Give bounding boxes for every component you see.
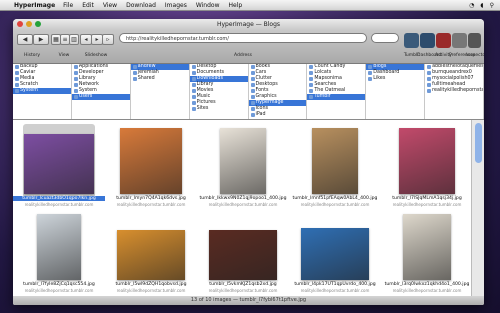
column-item[interactable]: iPad xyxy=(249,112,307,118)
thumbnail-item[interactable]: tumblr_l7fyle8ZjCq1qsc554.jpg realitykill… xyxy=(13,210,105,294)
thumbnail-image[interactable] xyxy=(120,128,182,194)
thumbnail-source: realitykilledhepornstar.tumblr.com xyxy=(24,288,94,293)
history-label: History xyxy=(23,53,40,58)
dashboard-icon[interactable] xyxy=(420,33,435,48)
thumbnail-item[interactable]: tumblr_l7lSJqMLmA1qsj34j.jpg realitykille… xyxy=(381,124,473,208)
thumbnail-source: realitykilledhepornstar.tumblr.com xyxy=(208,288,278,293)
wifi-icon[interactable]: ◔ xyxy=(469,2,474,9)
inspector-label: Inspector xyxy=(466,53,484,58)
browser-column: abbiesthelotaquefiles burnqueandrex0 mysoc… xyxy=(425,64,484,119)
thumbnail-source: realitykilledhepornstar.tumblr.com xyxy=(116,288,186,293)
slideshow-label: Slideshow xyxy=(84,53,108,58)
column-item[interactable]: Tumblr xyxy=(307,94,366,100)
thumbnail-filename: tumblr_lmnf51pfEAqw0AbL4_400.jpg xyxy=(292,196,378,201)
thumbnail-item[interactable]: tumblr_lcuazt3dbO1qpo7lkn.jpg realitykill… xyxy=(13,124,105,208)
slideshow-next-button[interactable]: ▹ xyxy=(102,34,114,45)
activity-icon[interactable] xyxy=(436,33,451,48)
thumbnail-filename: tumblr_l4pk17UT1qpUvrdo_400.jpg xyxy=(294,282,376,287)
view-label: View xyxy=(58,53,70,58)
menu-file[interactable]: File xyxy=(63,2,73,9)
thumbnail-image[interactable] xyxy=(220,128,266,194)
column-item[interactable]: Users xyxy=(71,94,130,100)
thumbnail-filename: tumblr_l7fyle8ZjCq1qsc554.jpg xyxy=(23,282,95,287)
thumbnail-filename: tumblr_l3rq0lwkxz1qkhd4o1_400.jpg xyxy=(384,282,470,287)
menu-bar: HyperImage File Edit View Download Image… xyxy=(0,0,500,11)
menu-view[interactable]: View xyxy=(103,2,117,9)
menu-help[interactable]: Help xyxy=(229,2,243,9)
column-browser: Backup Caviar Media Scratch System Applicatio… xyxy=(13,64,484,120)
thumbnail-source: realitykilledhepornstar.tumblr.com xyxy=(392,202,462,207)
menu-download[interactable]: Download xyxy=(126,2,156,9)
title-bar: HyperImage — Blogs xyxy=(13,19,484,30)
column-item[interactable]: Shared xyxy=(131,76,189,82)
minimize-window-button[interactable] xyxy=(26,21,32,27)
browser-column: Backup Caviar Media Scratch System xyxy=(13,64,72,119)
menu-images[interactable]: Images xyxy=(165,2,187,9)
inspector-icon[interactable] xyxy=(468,33,481,48)
toolbar: ◀ ▶ ▦ ≡ ▥ ◂ ▸ ▹ History View Slideshow h… xyxy=(13,30,484,64)
thumbnail-source: realitykilledhepornstar.tumblr.com xyxy=(392,288,462,293)
thumbnail-filename: tumblr_lcuazt3dbO1qpo7lkn.jpg xyxy=(13,196,105,201)
thumbnail-filename: tumblr_lkkwx9N0Z1qj9opoo1_400.jpg xyxy=(199,196,287,201)
search-field[interactable] xyxy=(371,33,399,43)
thumbnail-item[interactable]: tumblr_l5wl9dZQH1qobvsd.jpg realitykilled… xyxy=(105,210,197,294)
thumbnail-source: realitykilledhepornstar.tumblr.com xyxy=(24,202,94,207)
thumbnail-filename: tumblr_lmyn7Q4A1qk6dvs.jpg xyxy=(116,196,186,201)
thumbnail-filename: tumblr_l5vkmKJZ1qsb2xd.jpg xyxy=(209,282,277,287)
app-menu[interactable]: HyperImage xyxy=(14,2,55,9)
menu-window[interactable]: Window xyxy=(196,2,220,9)
browser-column: Applications Developer Library Network Syste… xyxy=(71,64,131,119)
forward-button[interactable]: ▶ xyxy=(33,34,49,45)
column-item[interactable]: System xyxy=(13,88,71,94)
column-item[interactable]: Sites xyxy=(190,106,248,112)
thumbnail-source: realitykilledhepornstar.tumblr.com xyxy=(116,202,186,207)
thumbnail-source: realitykilledhepornstar.tumblr.com xyxy=(300,202,370,207)
thumbnail-filename: tumblr_l7lSJqMLmA1qsj34j.jpg xyxy=(392,196,462,201)
browser-column: Blogs Dashboard Likes xyxy=(366,64,426,119)
thumbnail-item[interactable]: tumblr_lmnf51pfEAqw0AbL4_400.jpg realityk… xyxy=(289,124,381,208)
zoom-window-button[interactable] xyxy=(35,21,41,27)
browser-column: Count Candy Lolcats Mapsonima Searches The O… xyxy=(307,64,367,119)
column-item[interactable]: Likes xyxy=(366,76,424,82)
thumbnail-item[interactable]: tumblr_l5vkmKJZ1qsb2xd.jpg realitykilledh… xyxy=(197,210,289,294)
thumbnail-image[interactable] xyxy=(403,214,451,280)
browser-column: andrew jeremiah Shared xyxy=(130,64,190,119)
thumbnail-image[interactable] xyxy=(399,128,455,194)
scrollbar-thumb[interactable] xyxy=(475,123,482,163)
spotlight-icon[interactable]: ⚲ xyxy=(490,2,494,9)
thumbnail-item[interactable]: tumblr_lkkwx9N0Z1qj9opoo1_400.jpg reality… xyxy=(197,124,289,208)
thumbnail-image[interactable] xyxy=(209,230,277,280)
address-field[interactable]: http://realitykilledhepornstar.tumblr.co… xyxy=(119,33,367,43)
address-label: Address xyxy=(234,53,252,58)
thumbnail-filename: tumblr_l5wl9dZQH1qobvsd.jpg xyxy=(115,282,187,287)
thumbnail-image[interactable] xyxy=(117,230,185,280)
back-button[interactable]: ◀ xyxy=(17,34,33,45)
volume-icon[interactable]: ◖ xyxy=(480,2,483,9)
window-controls xyxy=(17,21,41,27)
browser-column: Desktop Documents Downloads Library Movies Mu… xyxy=(189,64,249,119)
thumbnail-source: realitykilledhepornstar.tumblr.com xyxy=(300,288,370,293)
status-bar: 13 of 10 images — tumblr_l7fybl67t1pftve… xyxy=(13,296,484,305)
thumbnail-image[interactable] xyxy=(301,228,369,280)
thumbnail-item[interactable]: tumblr_l4pk17UT1qpUvrdo_400.jpg realityki… xyxy=(289,210,381,294)
browser-column: Books Cars Clutter Desktops Fonts Graphics Hyp… xyxy=(248,64,308,119)
app-window: HyperImage — Blogs ◀ ▶ ▦ ≡ ▥ ◂ ▸ ▹ Histo… xyxy=(13,19,484,305)
menu-edit[interactable]: Edit xyxy=(82,2,94,9)
close-window-button[interactable] xyxy=(17,21,23,27)
thumbnail-item[interactable]: tumblr_l3rq0lwkxz1qkhd4o1_400.jpg reality… xyxy=(381,210,473,294)
column-item[interactable]: realitykilledhepornstar xyxy=(425,88,483,94)
thumbnail-grid: tumblr_lcuazt3dbO1qpo7lkn.jpg realitykill… xyxy=(13,120,472,296)
thumbnail-image[interactable] xyxy=(312,128,358,194)
window-title: HyperImage — Blogs xyxy=(216,21,281,28)
thumbnail-image[interactable] xyxy=(24,134,94,194)
preferences-icon[interactable] xyxy=(452,33,467,48)
tumblr-icon[interactable] xyxy=(404,33,419,48)
thumbnail-item[interactable]: tumblr_lmyn7Q4A1qk6dvs.jpg realitykilledh… xyxy=(105,124,197,208)
thumbnail-image[interactable] xyxy=(37,214,81,280)
menubar-status-area: ◔ ◖ ⚲ xyxy=(469,2,500,9)
view-columns-button[interactable]: ▥ xyxy=(69,34,79,45)
thumbnail-source: realitykilledhepornstar.tumblr.com xyxy=(208,202,278,207)
